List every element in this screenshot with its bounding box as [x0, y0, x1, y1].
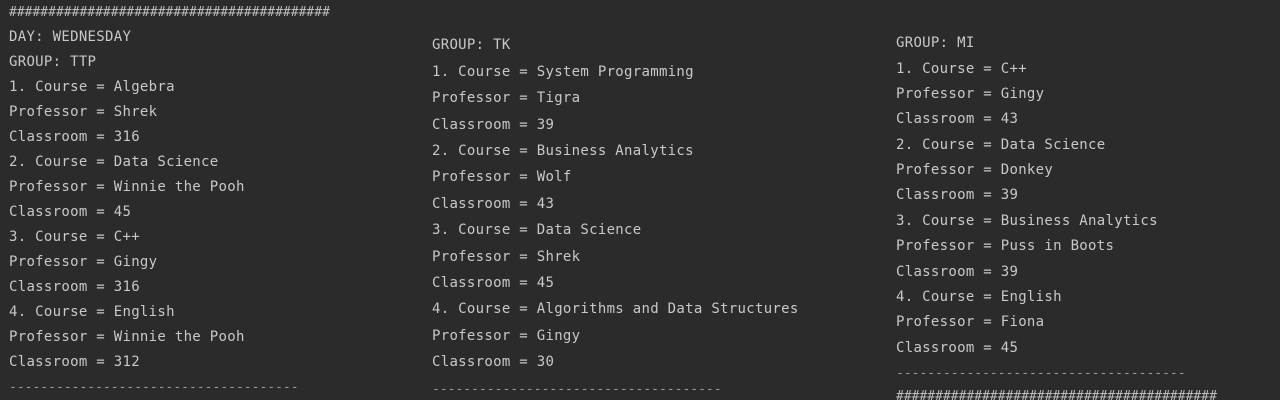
top-separator: ########################################…: [9, 5, 330, 20]
classroom-line: Classroom = 43: [896, 111, 1019, 127]
professor-line: Professor = Shrek: [9, 104, 158, 120]
console-column-mi: GROUP: MI 1. Course = C++ Professor = Gi…: [896, 0, 1276, 400]
course-line: 4. Course = English: [896, 289, 1062, 305]
professor-line: Professor = Winnie the Pooh: [9, 179, 245, 195]
group-footer-separator: -------------------------------------: [432, 382, 722, 397]
course-line: 4. Course = English: [9, 304, 175, 320]
group-header: GROUP: TTP: [9, 54, 97, 70]
course-line: 2. Course = Data Science: [9, 154, 219, 170]
classroom-line: Classroom = 312: [9, 354, 140, 370]
classroom-line: Classroom = 316: [9, 279, 140, 295]
classroom-line: Classroom = 43: [432, 196, 555, 212]
course-line: 1. Course = C++: [896, 61, 1027, 77]
group-header: GROUP: MI: [896, 35, 975, 51]
professor-line: Professor = Winnie the Pooh: [9, 329, 245, 345]
course-line: 4. Course = Algorithms and Data Structur…: [432, 301, 799, 317]
professor-line: Professor = Gingy: [896, 86, 1045, 102]
professor-line: Professor = Fiona: [896, 314, 1045, 330]
professor-line: Professor = Gingy: [432, 328, 581, 344]
day-label: DAY: WEDNESDAY: [9, 29, 132, 45]
course-line: 1. Course = Algebra: [9, 79, 175, 95]
group-footer-separator: -------------------------------------: [9, 380, 299, 395]
professor-line: Professor = Puss in Boots: [896, 238, 1115, 254]
classroom-line: Classroom = 45: [432, 275, 555, 291]
course-line: 3. Course = C++: [9, 229, 140, 245]
course-line: 3. Course = Data Science: [432, 222, 642, 238]
professor-line: Professor = Donkey: [896, 162, 1054, 178]
bottom-separator: ########################################…: [896, 389, 1217, 400]
professor-line: Professor = Tigra: [432, 90, 581, 106]
classroom-line: Classroom = 39: [896, 264, 1019, 280]
console-column-ttp: ########################################…: [9, 0, 409, 400]
classroom-line: Classroom = 30: [432, 354, 555, 370]
classroom-line: Classroom = 39: [432, 117, 555, 133]
course-line: 1. Course = System Programming: [432, 64, 694, 80]
classroom-line: Classroom = 45: [9, 204, 132, 220]
professor-line: Professor = Wolf: [432, 169, 572, 185]
professor-line: Professor = Gingy: [9, 254, 158, 270]
classroom-line: Classroom = 316: [9, 129, 140, 145]
classroom-line: Classroom = 39: [896, 187, 1019, 203]
console-column-tk: GROUP: TK 1. Course = System Programming…: [432, 0, 872, 400]
classroom-line: Classroom = 45: [896, 340, 1019, 356]
course-line: 3. Course = Business Analytics: [896, 213, 1158, 229]
course-line: 2. Course = Business Analytics: [432, 143, 694, 159]
professor-line: Professor = Shrek: [432, 249, 581, 265]
course-line: 2. Course = Data Science: [896, 137, 1106, 153]
group-header: GROUP: TK: [432, 37, 511, 53]
group-footer-separator: -------------------------------------: [896, 366, 1186, 381]
